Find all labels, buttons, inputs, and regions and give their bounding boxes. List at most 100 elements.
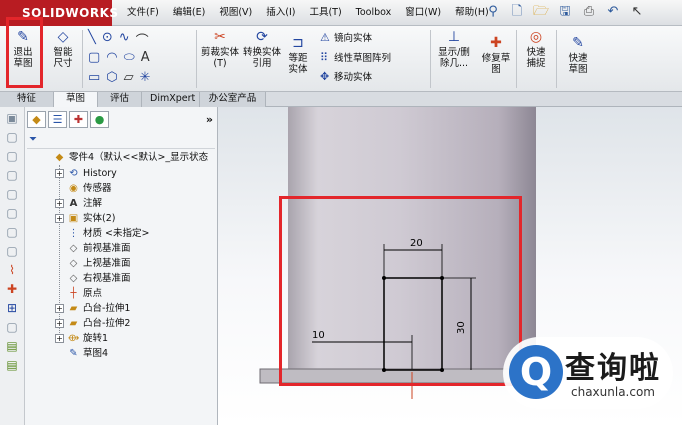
box-icon[interactable]: ▢ xyxy=(3,205,21,221)
tab-office-products[interactable]: 办公室产品 xyxy=(200,92,266,107)
rapid-sketch-button[interactable]: ✎ 快速草图 xyxy=(560,35,596,75)
mirror-label: 镜向实体 xyxy=(334,33,373,44)
box-icon[interactable]: ▢ xyxy=(3,129,21,145)
expand-icon[interactable]: + xyxy=(55,304,64,313)
feature-manager-icon[interactable]: ◆ xyxy=(27,111,46,128)
tree-root-part[interactable]: ◆ 零件4（默认<<默认>_显示状态 xyxy=(53,151,209,165)
expand-icon[interactable]: + xyxy=(55,334,64,343)
quick-snaps-button[interactable]: ◎ 快速捕捉 xyxy=(518,29,554,69)
tree-item[interactable]: ◉ 传感器 xyxy=(67,182,111,196)
tree-item[interactable]: + ▣ 实体(2) xyxy=(55,212,115,226)
rectangle-icon[interactable]: ▢ xyxy=(88,50,100,65)
convert-entities-button[interactable]: ⟳ 转换实体引用 xyxy=(242,29,282,69)
menu-insert[interactable]: 插入(I) xyxy=(259,0,302,26)
extrude-icon: ▰ xyxy=(69,317,78,329)
mirror-entities-button[interactable]: ⚠ 镜向实体 xyxy=(320,30,372,44)
display-manager-icon[interactable]: ● xyxy=(90,111,109,128)
mirror-icon: ⚠ xyxy=(320,31,330,44)
undo-icon[interactable]: ↶ xyxy=(604,3,622,21)
tree-item[interactable]: + ⟲ History xyxy=(55,167,117,181)
configuration-manager-icon[interactable]: ✚ xyxy=(69,111,88,128)
filter-icon[interactable]: ⏷ xyxy=(29,134,37,145)
tree-item[interactable]: + ▰ 凸台-拉伸2 xyxy=(55,317,130,331)
tree-item[interactable]: + A 注解 xyxy=(55,197,102,211)
tree-root-label: 零件4（默认<<默认>_显示状态 xyxy=(69,152,209,163)
tree-item[interactable]: ◇ 前视基准面 xyxy=(67,242,131,256)
save-icon[interactable]: 🖫 xyxy=(556,3,574,21)
tree-item[interactable]: ✎ 草图4 xyxy=(67,347,108,361)
slot-icon[interactable]: ▭ xyxy=(88,70,100,85)
menu-tools[interactable]: 工具(T) xyxy=(302,0,348,26)
display-delete-label: 显示/删除几... xyxy=(438,47,470,69)
menu-view[interactable]: 视图(V) xyxy=(212,0,259,26)
expand-icon[interactable]: + xyxy=(55,169,64,178)
menu-file[interactable]: 文件(F) xyxy=(120,0,166,26)
select-cursor-icon[interactable]: ↖ xyxy=(628,3,646,21)
point-icon[interactable]: ✳ xyxy=(140,70,151,85)
repair-sketch-button[interactable]: ✚ 修复草图 xyxy=(478,35,514,75)
tree-item[interactable]: ◇ 上视基准面 xyxy=(67,257,131,271)
tree-item[interactable]: ┼ 原点 xyxy=(67,287,102,301)
grid-tool-icon[interactable]: ⊞ xyxy=(3,300,21,316)
tree-item[interactable]: ◇ 右视基准面 xyxy=(67,272,131,286)
tree-item-label: History xyxy=(83,168,117,179)
linear-pattern-button[interactable]: ⠿ 线性草图阵列 xyxy=(320,50,391,64)
folder-icon[interactable]: ▤ xyxy=(3,357,21,373)
expand-icon[interactable]: + xyxy=(55,199,64,208)
sketch-tools-row2: ▢ ◠ ⬭ A xyxy=(88,50,150,65)
menu-edit[interactable]: 编辑(E) xyxy=(166,0,212,26)
plane-icon: ◇ xyxy=(69,242,78,254)
folder-icon[interactable]: ▤ xyxy=(3,338,21,354)
smart-dimension-button[interactable]: ◇ 智能尺寸 xyxy=(48,29,78,69)
tab-evaluate[interactable]: 评估 xyxy=(98,92,142,107)
tree-item[interactable]: + ▰ 凸台-拉伸1 xyxy=(55,302,130,316)
expand-icon[interactable]: + xyxy=(55,319,64,328)
plane-sketch-icon[interactable]: ▱ xyxy=(124,70,134,85)
watermark-q-logo: Q xyxy=(509,345,563,399)
ellipse-icon[interactable]: ⬭ xyxy=(124,50,135,65)
history-icon: ⟲ xyxy=(69,167,78,179)
tab-dimxpert[interactable]: DimXpert xyxy=(142,92,200,107)
spline-icon[interactable]: ∿ xyxy=(119,30,130,49)
expand-icon[interactable]: + xyxy=(55,214,64,223)
display-delete-relations-button[interactable]: ⊥ 显示/删除几... xyxy=(434,29,474,69)
arc-icon[interactable]: ◠ xyxy=(106,50,117,65)
open-folder-icon[interactable]: 🗁 xyxy=(532,3,550,21)
menu-toolbox[interactable]: Toolbox xyxy=(349,0,399,26)
tab-features[interactable]: 特征 xyxy=(0,92,54,107)
trim-icon: ✂ xyxy=(214,29,226,45)
smart-dimension-icon: ◇ xyxy=(57,29,69,45)
circle-icon[interactable]: ⊙ xyxy=(102,30,113,49)
trim-entities-button[interactable]: ✂ 剪裁实体(T) xyxy=(200,29,240,69)
property-manager-icon[interactable]: ☰ xyxy=(48,111,67,128)
feature-manager-panel: ◆ ☰ ✚ ● » ⏷ ◆ 零件4（默认<<默认>_显示状态 + ⟲ History … xyxy=(25,107,218,425)
menu-window[interactable]: 窗口(W) xyxy=(398,0,448,26)
tab-sketch[interactable]: 草图 xyxy=(54,92,98,107)
fillet-icon[interactable]: ⌒ xyxy=(136,30,149,49)
tree-item-label: 凸台-拉伸2 xyxy=(83,318,131,329)
filter-bar[interactable]: ⏷ xyxy=(27,134,215,149)
box-icon[interactable]: ▢ xyxy=(3,186,21,202)
box-icon[interactable]: ▢ xyxy=(3,319,21,335)
line-icon[interactable]: ╲ xyxy=(88,30,96,49)
box-icon[interactable]: ▢ xyxy=(3,148,21,164)
left-toolbar: ▣ ▢ ▢ ▢ ▢ ▢ ▢ ▢ ⌇ ✚ ⊞ ▢ ▤ ▤ xyxy=(0,107,25,425)
text-icon[interactable]: A xyxy=(141,50,150,65)
box-icon[interactable]: ▢ xyxy=(3,224,21,240)
sketch-tools-row1: ╲ ⊙ ∿ ⌒ xyxy=(88,30,149,49)
box-icon[interactable]: ▢ xyxy=(3,167,21,183)
pin-icon[interactable]: ⚲ xyxy=(484,3,502,21)
box-icon[interactable]: ▣ xyxy=(3,110,21,126)
box-icon[interactable]: ▢ xyxy=(3,243,21,259)
panel-expand-icon[interactable]: » xyxy=(206,113,213,126)
new-document-icon[interactable]: 🗋 xyxy=(508,3,526,21)
repair-tool-icon[interactable]: ✚ xyxy=(3,281,21,297)
tree-item[interactable]: ⋮ 材质 <未指定> xyxy=(67,227,150,241)
ribbon-separator xyxy=(82,30,83,88)
sketch-tool-icon[interactable]: ⌇ xyxy=(3,262,21,278)
print-icon[interactable]: ⎙ xyxy=(580,3,598,21)
tree-item[interactable]: + ⟴ 旋转1 xyxy=(55,332,108,346)
move-entities-button[interactable]: ✥ 移动实体 xyxy=(320,69,372,83)
offset-entities-button[interactable]: ⊐ 等距实体 xyxy=(282,35,314,75)
polygon-icon[interactable]: ⬡ xyxy=(106,70,117,85)
